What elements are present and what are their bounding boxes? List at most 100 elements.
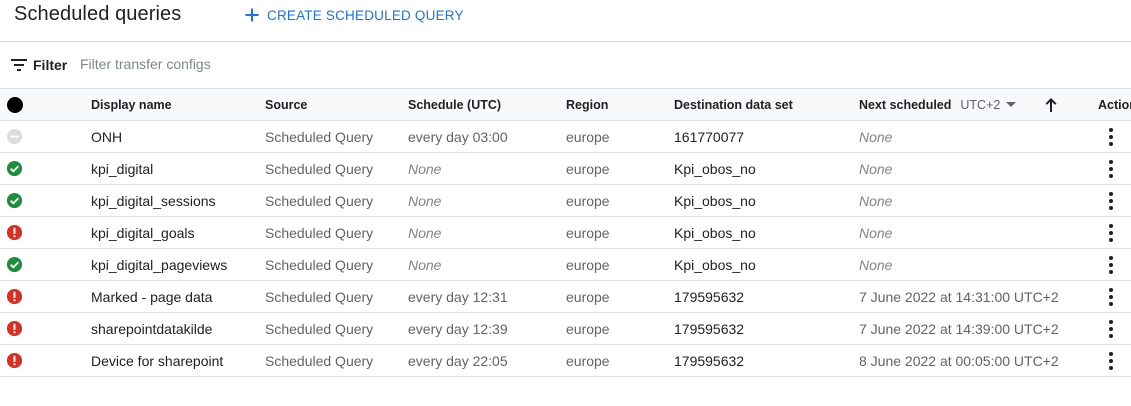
- schedule-cell: every day 22:05: [408, 344, 566, 377]
- sort-ascending-icon[interactable]: [1044, 97, 1058, 113]
- region-cell: europe: [566, 312, 674, 345]
- source-cell: Scheduled Query: [265, 120, 408, 153]
- display-name-cell[interactable]: kpi_digital_pageviews: [91, 248, 265, 281]
- next-scheduled-label: Next scheduled: [859, 97, 952, 112]
- destination-cell: Kpi_obos_no: [674, 216, 859, 249]
- more-vert-icon[interactable]: [1099, 157, 1123, 181]
- region-cell: europe: [566, 184, 674, 217]
- table-row[interactable]: Device for sharepoint Scheduled Query ever…: [0, 344, 1131, 377]
- schedule-cell: every day 12:31: [408, 280, 566, 313]
- source-cell: Scheduled Query: [265, 280, 408, 313]
- status-cell: [0, 120, 91, 153]
- schedule-cell: every day 03:00: [408, 120, 566, 153]
- table-row[interactable]: ONH Scheduled Query every day 03:00 europe 1…: [0, 120, 1131, 153]
- filter-bar: Filter: [0, 43, 1131, 87]
- next-scheduled-cell: 7 June 2022 at 14:39:00 UTC+2: [859, 312, 1098, 345]
- actions-cell: [1098, 184, 1131, 217]
- filter-label[interactable]: Filter: [33, 57, 67, 73]
- actions-cell: [1098, 216, 1131, 249]
- more-vert-icon[interactable]: [1099, 125, 1123, 149]
- destination-cell: 179595632: [674, 344, 859, 377]
- region-cell: europe: [566, 216, 674, 249]
- schedule-cell: None: [408, 216, 566, 249]
- status-cell: [0, 216, 91, 249]
- more-vert-icon[interactable]: [1099, 349, 1123, 373]
- more-vert-icon[interactable]: [1099, 285, 1123, 309]
- region-cell: europe: [566, 344, 674, 377]
- next-scheduled-cell: None: [859, 216, 1098, 249]
- table-header-row: Display name Source Schedule (UTC) Regio…: [0, 88, 1131, 121]
- region-cell: europe: [566, 120, 674, 153]
- next-scheduled-cell: None: [859, 120, 1098, 153]
- display-name-column-header[interactable]: Display name: [91, 88, 265, 121]
- source-cell: Scheduled Query: [265, 312, 408, 345]
- status-cell: [0, 184, 91, 217]
- status-cell: [0, 312, 91, 345]
- actions-cell: [1098, 280, 1131, 313]
- next-scheduled-column-header[interactable]: Next scheduled UTC+2: [859, 88, 1098, 121]
- table-row[interactable]: kpi_digital_sessions Scheduled Query None e…: [0, 184, 1131, 217]
- actions-column-header: Actions: [1098, 88, 1131, 121]
- destination-cell: Kpi_obos_no: [674, 152, 859, 185]
- actions-cell: [1098, 312, 1131, 345]
- more-vert-icon[interactable]: [1099, 221, 1123, 245]
- create-scheduled-query-label: CREATE SCHEDULED QUERY: [267, 7, 464, 23]
- table-row[interactable]: sharepointdatakilde Scheduled Query every …: [0, 312, 1131, 345]
- check-circle-icon: [6, 160, 23, 177]
- source-cell: Scheduled Query: [265, 344, 408, 377]
- display-name-cell[interactable]: Device for sharepoint: [91, 344, 265, 377]
- more-vert-icon[interactable]: [1099, 253, 1123, 277]
- plus-icon: [245, 8, 259, 22]
- status-cell: [0, 248, 91, 281]
- table-row[interactable]: kpi_digital_pageviews Scheduled Query None…: [0, 248, 1131, 281]
- schedule-cell: every day 12:39: [408, 312, 566, 345]
- status-cell: [0, 152, 91, 185]
- destination-cell: 179595632: [674, 280, 859, 313]
- source-cell: Scheduled Query: [265, 184, 408, 217]
- error-icon: [6, 352, 23, 369]
- schedule-column-header[interactable]: Schedule (UTC): [408, 88, 566, 121]
- more-vert-icon[interactable]: [1099, 189, 1123, 213]
- more-vert-icon[interactable]: [1099, 317, 1123, 341]
- display-name-cell[interactable]: sharepointdatakilde: [91, 312, 265, 345]
- next-scheduled-cell: None: [859, 248, 1098, 281]
- source-column-header[interactable]: Source: [265, 88, 408, 121]
- display-name-cell[interactable]: kpi_digital_goals: [91, 216, 265, 249]
- table-row[interactable]: kpi_digital Scheduled Query None europe Kpi_…: [0, 152, 1131, 185]
- filter-input[interactable]: [80, 56, 380, 72]
- display-name-cell[interactable]: kpi_digital_sessions: [91, 184, 265, 217]
- table-row[interactable]: kpi_digital_goals Scheduled Query None euro…: [0, 216, 1131, 249]
- source-cell: Scheduled Query: [265, 216, 408, 249]
- schedule-cell: None: [408, 152, 566, 185]
- display-name-cell[interactable]: Marked - page data: [91, 280, 265, 313]
- chevron-down-icon[interactable]: [1006, 102, 1017, 107]
- error-icon: [6, 288, 23, 305]
- next-scheduled-cell: 8 June 2022 at 00:05:00 UTC+2: [859, 344, 1098, 377]
- create-scheduled-query-button[interactable]: CREATE SCHEDULED QUERY: [244, 4, 464, 26]
- filter-icon[interactable]: [11, 59, 27, 71]
- actions-cell: [1098, 248, 1131, 281]
- disabled-icon: [6, 128, 23, 145]
- region-column-header[interactable]: Region: [566, 88, 674, 121]
- status-dot-icon: [7, 96, 23, 113]
- status-cell: [0, 280, 91, 313]
- display-name-cell[interactable]: ONH: [91, 120, 265, 153]
- page-title: Scheduled queries: [14, 3, 182, 25]
- region-cell: europe: [566, 248, 674, 281]
- display-name-cell[interactable]: kpi_digital: [91, 152, 265, 185]
- status-cell: [0, 344, 91, 377]
- destination-column-header[interactable]: Destination data set: [674, 88, 859, 121]
- destination-cell: Kpi_obos_no: [674, 248, 859, 281]
- destination-cell: 161770077: [674, 120, 859, 153]
- region-cell: europe: [566, 152, 674, 185]
- schedule-cell: None: [408, 248, 566, 281]
- status-column-header[interactable]: [0, 88, 91, 121]
- timezone-select[interactable]: UTC+2: [960, 98, 1000, 112]
- actions-cell: [1098, 120, 1131, 153]
- table-row[interactable]: Marked - page data Scheduled Query every d…: [0, 280, 1131, 313]
- next-scheduled-cell: None: [859, 184, 1098, 217]
- next-scheduled-cell: 7 June 2022 at 14:31:00 UTC+2: [859, 280, 1098, 313]
- destination-cell: 179595632: [674, 312, 859, 345]
- scheduled-queries-table: Display name Source Schedule (UTC) Regio…: [0, 88, 1131, 377]
- actions-cell: [1098, 344, 1131, 377]
